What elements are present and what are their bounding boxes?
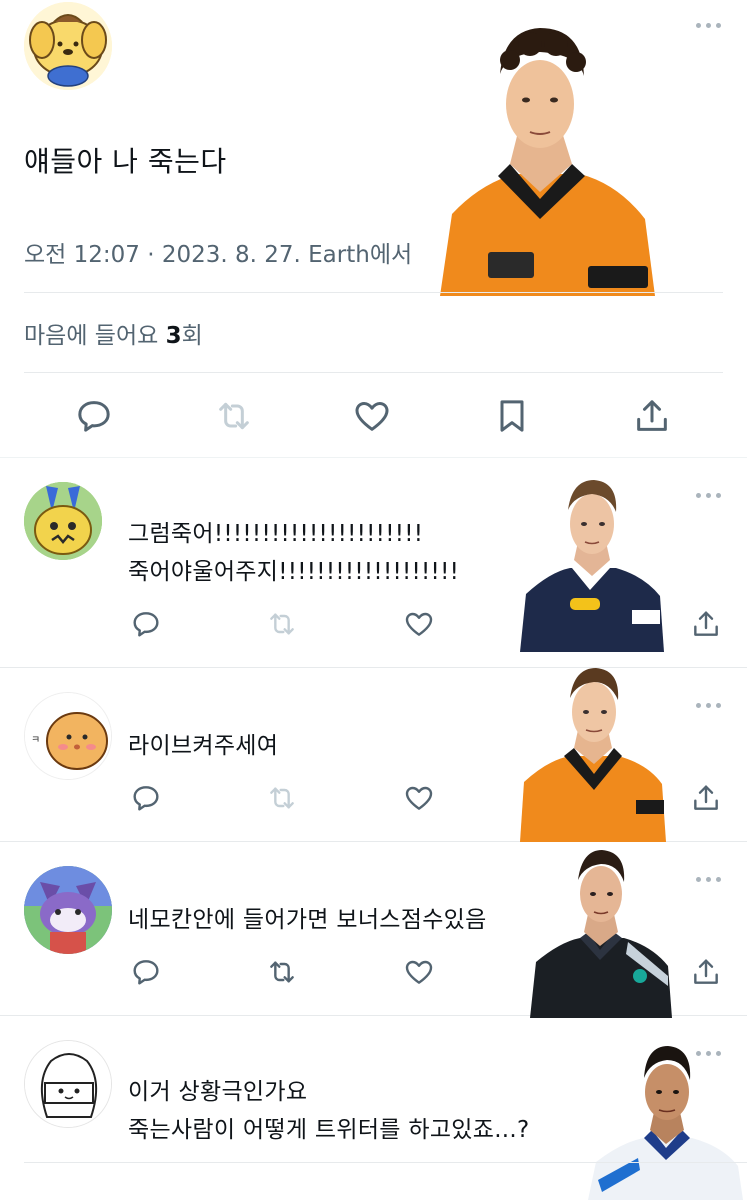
divider [24,1162,747,1163]
reply-tweet[interactable]: 그럼죽어!!!!!!!!!!!!!!!!!!!!!! 죽어야울어주지!!!!!!… [0,458,747,668]
share-icon[interactable] [690,782,722,814]
reply-tweet[interactable]: ㅋ 라이브켜주세여 [0,668,747,842]
like-icon[interactable] [352,396,392,436]
more-icon[interactable] [689,872,721,886]
like-icon[interactable] [403,956,435,988]
likes-prefix: 마음에 들어요 [24,323,166,349]
driver-photo-black [530,846,672,1018]
more-icon[interactable] [689,18,721,32]
reply-tweet[interactable]: 네모칸안에 들어가면 보너스점수있음 [0,842,747,1018]
reply-line: 죽어야울어주지!!!!!!!!!!!!!!!!!!! [128,559,460,585]
likes-count: 3 [165,323,182,349]
bookmark-icon[interactable] [492,396,532,436]
reply-icon[interactable] [74,396,114,436]
like-icon[interactable] [403,782,435,814]
retweet-icon[interactable] [214,396,254,436]
reply-line: 그럼죽어!!!!!!!!!!!!!!!!!!!!!! [128,521,424,547]
tweet-meta: 오전 12:07 · 2023. 8. 27. Earth에서 [24,242,413,268]
more-icon[interactable] [689,488,721,502]
reply-line: 죽는사람이 어떻게 트위터를 하고있죠...? [128,1117,530,1143]
share-icon[interactable] [690,956,722,988]
reply-avatar[interactable]: ㅋ [24,692,112,780]
retweet-icon[interactable] [266,782,298,814]
reply-icon[interactable] [130,782,162,814]
share-icon[interactable] [690,608,722,640]
driver-photo-orange [520,660,666,842]
driver-photo-navy [520,472,664,652]
driver-photo-orange [440,14,655,296]
svg-text:ㅋ: ㅋ [31,735,40,746]
reply-avatar[interactable] [24,866,112,954]
reply-avatar[interactable] [24,482,102,560]
reply-avatar[interactable] [24,1040,112,1128]
likes-summary[interactable]: 마음에 들어요 3회 [24,316,203,350]
share-icon[interactable] [632,396,672,436]
reply-line: 네모칸안에 들어가면 보너스점수있음 [128,907,487,933]
reply-line: 이거 상황극인가요 [128,1079,308,1105]
reply-tweet[interactable]: 이거 상황극인가요 죽는사람이 어떻게 트위터를 하고있죠...? [0,1016,747,1200]
main-tweet: 얘들아 나 죽는다 오전 12:07 · 2023. 8. 27. Earth에… [0,0,747,458]
more-icon[interactable] [689,698,721,712]
driver-photo-white [588,1030,743,1200]
retweet-icon[interactable] [266,608,298,640]
reply-icon[interactable] [130,608,162,640]
like-icon[interactable] [403,608,435,640]
tweet-text: 얘들아 나 죽는다 [24,145,227,178]
reply-icon[interactable] [130,956,162,988]
author-avatar[interactable] [24,2,112,90]
divider [24,372,723,373]
likes-suffix: 회 [181,323,203,349]
reply-line: 라이브켜주세여 [128,733,279,759]
retweet-icon[interactable] [266,956,298,988]
divider [24,292,723,293]
